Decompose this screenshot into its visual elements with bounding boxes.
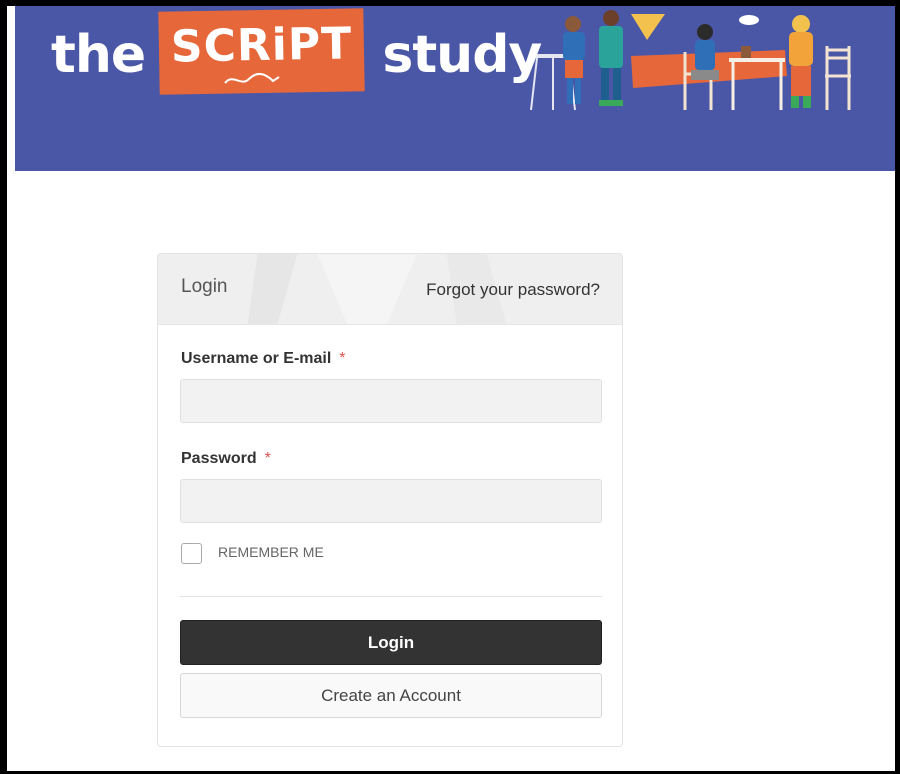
password-label-text: Password [181,450,257,467]
username-email-input[interactable] [180,379,602,423]
remember-me-checkbox[interactable] [181,543,202,564]
login-button[interactable]: Login [180,620,602,665]
site-logo[interactable]: the SCRiPT study [51,7,542,100]
username-label-text: Username or E-mail [181,350,332,367]
remember-me-label[interactable]: REMEMBER ME [218,544,324,560]
logo-text-the: the [51,25,146,85]
divider [180,596,602,597]
people-at-table-illustration-icon [530,10,851,111]
remember-me-row[interactable]: REMEMBER ME [181,543,324,564]
logo-script-block: SCRiPT [158,7,366,95]
required-marker: * [264,450,271,467]
login-card: Login Forgot your password? Username or … [157,253,623,747]
password-input[interactable] [180,479,602,523]
required-marker: * [339,350,346,367]
login-title: Login [181,276,228,297]
site-banner: the SCRiPT study [15,6,895,171]
forgot-password-link[interactable]: Forgot your password? [426,280,600,300]
page-frame: the SCRiPT study Login Forgot your passw… [0,0,900,774]
username-label: Username or E-mail * [181,350,346,368]
password-label: Password * [181,450,271,468]
create-account-button[interactable]: Create an Account [180,673,602,718]
login-card-header: Login Forgot your password? [158,254,622,325]
squiggle-decoration-icon [224,72,280,84]
